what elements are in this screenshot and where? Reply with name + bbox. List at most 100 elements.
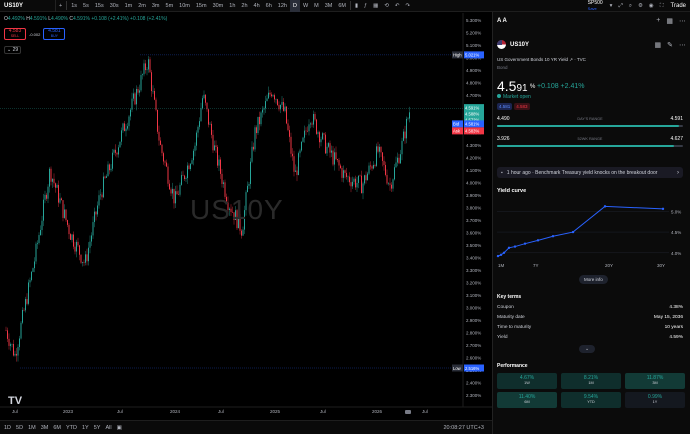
grid-icon[interactable]: ▦ [655,41,662,49]
candle-body [401,140,403,155]
range-5Y[interactable]: 5Y [94,425,101,431]
range-1M[interactable]: 1M [28,425,36,431]
timeframe-15m[interactable]: 15m [193,0,210,12]
timeframe-6M[interactable]: 6M [335,0,349,12]
timeframe-3m[interactable]: 3m [149,0,163,12]
performance-cell-YTD[interactable]: 9.54% YTD [561,392,621,408]
last-price-tag: 4.591% [465,105,479,110]
candle-body [301,141,302,151]
price-axis-label: 5.200% [466,31,481,36]
performance-cell-1Y[interactable]: 0.99% 1Y [625,392,685,408]
timeframe-30m[interactable]: 30m [210,0,227,12]
candle-body [338,160,340,166]
timeframe-3M[interactable]: 3M [322,0,336,12]
candle-body [323,133,325,135]
timeframe-2h[interactable]: 2h [238,0,250,12]
yield-point [661,207,665,211]
range-All[interactable]: All [105,425,111,431]
range-1D[interactable]: 1D [4,425,11,431]
candle-body [44,194,46,200]
performance-cell-6M[interactable]: 11.40% 6M [497,392,557,408]
indicators-icon[interactable]: ƒ [361,0,370,12]
buy-button[interactable]: 4.581 BUY [43,28,66,40]
panel-symbol[interactable]: US10Y [510,42,529,48]
candle-body [346,172,347,177]
layout-icon[interactable]: ▦ [370,0,381,12]
range-5D[interactable]: 5D [16,425,23,431]
indicator-toggle[interactable]: ⌄ 29 [4,46,22,54]
timeframe-2m[interactable]: 2m [135,0,149,12]
timeframe-W[interactable]: W [300,0,311,12]
more-icon[interactable]: ⋯ [679,41,686,49]
chevron-down-icon[interactable]: ▾ [607,0,616,12]
news-headline[interactable]: ▪ 1 hour ago · Benchmark Treasury yield … [497,167,683,178]
range-3M[interactable]: 3M [41,425,49,431]
candle-body [286,106,287,124]
add-icon[interactable]: + [656,17,660,25]
grid-icon[interactable]: ▦ [666,17,673,25]
timeframe-1h[interactable]: 1h [226,0,238,12]
candle-body [139,90,140,93]
more-info-button[interactable]: More info [579,275,608,284]
candle-body [350,182,352,187]
clock[interactable]: 20:08:27 UTC+3 [443,425,484,431]
candle-body [133,93,134,99]
range-1Y[interactable]: 1Y [82,425,89,431]
timeframe-12h[interactable]: 12h [275,0,290,12]
timeframe-5m[interactable]: 5m [163,0,177,12]
range-YTD[interactable]: YTD [66,425,77,431]
panel-bid-ask: 4.581 4.583 [497,103,530,110]
timeframe-1m[interactable]: 1m [122,0,136,12]
performance-cell-3M[interactable]: 11.87% 3M [625,373,685,389]
price-axis-label: 4.100% [466,168,481,173]
timeframe-5s[interactable]: 5s [80,0,92,12]
timeframe-4h[interactable]: 4h [251,0,263,12]
timeframe-D[interactable]: D [289,0,300,12]
add-compare-icon[interactable]: + [56,0,65,12]
candle-body [160,140,161,145]
calendar-icon[interactable]: ▣ [117,425,122,431]
expand-button[interactable]: ⌄ [579,345,596,353]
range-6M[interactable]: 6M [53,425,61,431]
candle-body [64,209,65,218]
candle-body [115,149,116,153]
yield-curve-chart: 5.0% 4.5% 4.0% 1M 7Y 20Y 30Y [496,205,681,268]
candle-body [11,343,13,345]
performance-cell-1M[interactable]: 8.21% 1M [561,373,621,389]
time-axis-label: Jul [422,409,428,414]
undo-icon[interactable]: ↶ [392,0,403,12]
candle-type-icon[interactable]: ▮ [352,0,361,12]
symbol-search[interactable]: US10Y [0,0,56,12]
key-terms-title: Key terms [497,294,522,300]
more-icon[interactable]: ⋯ [679,17,686,25]
fullscreen-icon[interactable]: ⤢ [615,0,625,12]
search-icon[interactable]: ⌕ [626,0,635,12]
candle-body [85,254,86,263]
timeframe-10m[interactable]: 10m [176,0,193,12]
price-axis-label: 3.100% [466,293,481,298]
candle-body [152,90,154,92]
candle-body [389,183,391,185]
sell-button[interactable]: 4.583 SELL [4,28,26,40]
timeframe-15s[interactable]: 15s [92,0,107,12]
performance-cell-1W[interactable]: 4.67% 1W [497,373,557,389]
timeframe-6h[interactable]: 6h [263,0,275,12]
settings-icon[interactable]: ⚙ [635,0,646,12]
redo-icon[interactable]: ↷ [403,0,414,12]
edit-icon[interactable]: ✎ [667,41,673,49]
candle-body [377,146,379,152]
symbol-name: US10Y [4,2,24,9]
watchlist-title[interactable]: A A [497,18,507,24]
candle-body [391,184,392,189]
layout-name[interactable]: SP500 Save [584,1,607,12]
timeframe-1s[interactable]: 1s [68,0,80,12]
day-range-bar [497,125,683,127]
replay-icon[interactable]: ⟲ [381,0,392,12]
timeframe-M[interactable]: M [311,0,322,12]
candle-body [14,353,16,356]
trade-button[interactable]: Trade [667,3,690,9]
camera-icon[interactable]: ◉ [646,0,657,12]
expand-icon[interactable]: ⛶ [657,0,667,12]
candle-body [251,146,253,162]
timeframe-30s[interactable]: 30s [107,0,122,12]
